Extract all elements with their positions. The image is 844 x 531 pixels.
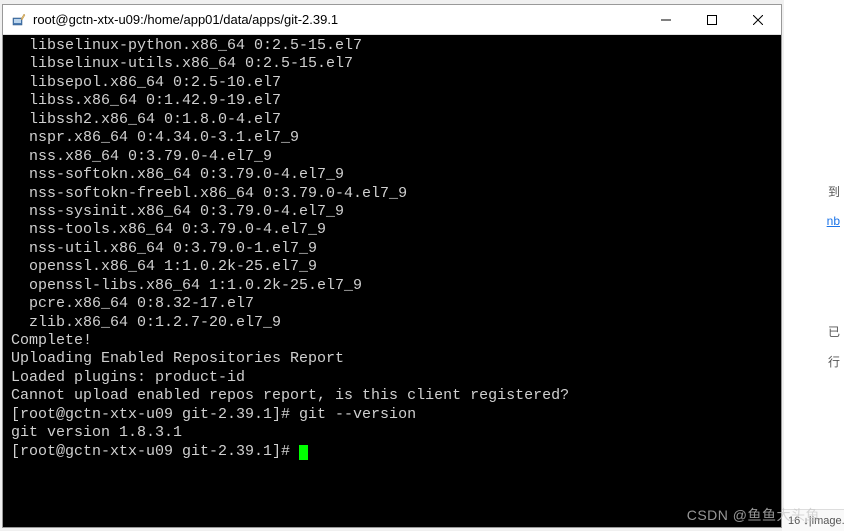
terminal-output[interactable]: libselinux-python.x86_64 0:2.5-15.el7 li… [3, 35, 781, 527]
bg-char: nb [827, 210, 840, 232]
prompt-prefix: [root@gctn-xtx-u09 git-2.39.1]# [11, 443, 299, 460]
titlebar[interactable]: root@gctn-xtx-u09:/home/app01/data/apps/… [3, 5, 781, 35]
bg-char: 已 [828, 320, 840, 342]
prompt-line: [root@gctn-xtx-u09 git-2.39.1]# git --ve… [11, 406, 773, 424]
terminal-line: libss.x86_64 0:1.42.9-19.el7 [11, 92, 773, 110]
terminal-line: zlib.x86_64 0:1.2.7-20.el7_9 [11, 314, 773, 332]
minimize-button[interactable] [643, 5, 689, 34]
terminal-line: libsepol.x86_64 0:2.5-10.el7 [11, 74, 773, 92]
prompt-line-active[interactable]: [root@gctn-xtx-u09 git-2.39.1]# [11, 443, 773, 461]
terminal-line: Loaded plugins: product-id [11, 369, 773, 387]
terminal-line: git version 1.8.3.1 [11, 424, 773, 442]
terminal-line: nss.x86_64 0:3.79.0-4.el7_9 [11, 148, 773, 166]
background-status-bar: 16 ↓|image.png|(https://note [782, 509, 844, 531]
terminal-line: nss-softokn-freebl.x86_64 0:3.79.0-4.el7… [11, 185, 773, 203]
terminal-line: Complete! [11, 332, 773, 350]
terminal-line: openssl.x86_64 1:1.0.2k-25.el7_9 [11, 258, 773, 276]
cursor [299, 445, 308, 460]
terminal-line: nss-util.x86_64 0:3.79.0-1.el7_9 [11, 240, 773, 258]
terminal-line: nss-sysinit.x86_64 0:3.79.0-4.el7_9 [11, 203, 773, 221]
background-editor-strip: 到 nb 已 行 [784, 0, 844, 531]
terminal-line: openssl-libs.x86_64 1:1.0.2k-25.el7_9 [11, 277, 773, 295]
bg-char: 行 [828, 350, 840, 372]
terminal-line: Cannot upload enabled repos report, is t… [11, 387, 773, 405]
terminal-line: pcre.x86_64 0:8.32-17.el7 [11, 295, 773, 313]
close-button[interactable] [735, 5, 781, 34]
bg-char: 到 [828, 180, 840, 202]
terminal-line: Uploading Enabled Repositories Report [11, 350, 773, 368]
terminal-window: root@gctn-xtx-u09:/home/app01/data/apps/… [2, 4, 782, 528]
terminal-line: libselinux-utils.x86_64 0:2.5-15.el7 [11, 55, 773, 73]
window-title: root@gctn-xtx-u09:/home/app01/data/apps/… [33, 12, 643, 27]
terminal-line: nss-tools.x86_64 0:3.79.0-4.el7_9 [11, 221, 773, 239]
terminal-line: libselinux-python.x86_64 0:2.5-15.el7 [11, 37, 773, 55]
maximize-button[interactable] [689, 5, 735, 34]
terminal-line: nspr.x86_64 0:4.34.0-3.1.el7_9 [11, 129, 773, 147]
terminal-line: libssh2.x86_64 0:1.8.0-4.el7 [11, 111, 773, 129]
putty-icon [11, 12, 27, 28]
terminal-line: nss-softokn.x86_64 0:3.79.0-4.el7_9 [11, 166, 773, 184]
window-controls [643, 5, 781, 34]
